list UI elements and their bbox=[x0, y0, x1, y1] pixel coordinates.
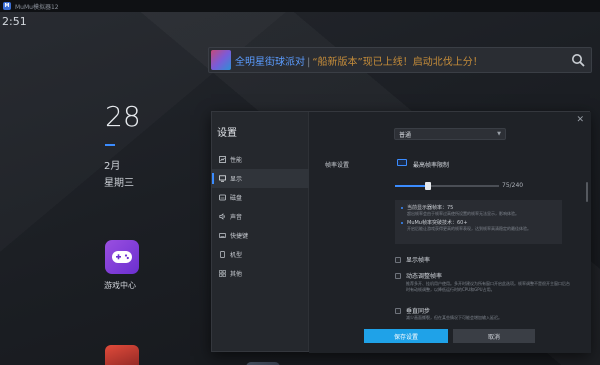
chevron-down-icon: ▼ bbox=[497, 131, 501, 137]
option-label: 动态调整帧率 bbox=[406, 273, 443, 280]
nav-item-device-model[interactable]: 机型 bbox=[212, 245, 309, 264]
window-title: MuMu模拟器12 bbox=[15, 3, 59, 11]
option-label: 显示帧率 bbox=[406, 257, 431, 264]
dialog-footer: 保存设置 取消 bbox=[309, 322, 591, 353]
fps-info-box: 当前显示器帧率：75 超出帧率会由于帧率过高使所设置的帧率无法显示，影响体验。 … bbox=[395, 200, 562, 244]
close-icon[interactable]: ✕ bbox=[576, 115, 584, 125]
fps-setting-label: 帧率设置 bbox=[325, 162, 350, 169]
date-month: 2月 bbox=[104, 161, 121, 172]
nav-item-other[interactable]: 其他 bbox=[212, 264, 309, 283]
banner-separator: | bbox=[307, 56, 311, 68]
banner-thumbnail bbox=[211, 50, 231, 70]
settings-dialog: 设置 性能 显示 磁盘 声音 快捷键 机型 其他 普通 ▼ 帧率设置 最高帧率限… bbox=[211, 111, 591, 353]
info-line: MuMu帧率突破技术：60+ bbox=[401, 220, 556, 226]
scrollbar[interactable] bbox=[586, 182, 588, 202]
fps-slider-fill bbox=[395, 185, 428, 187]
fps-limit-label: 最高帧率限制 bbox=[413, 162, 450, 169]
nav-item-sound[interactable]: 声音 bbox=[212, 207, 309, 226]
nav-label: 快捷键 bbox=[230, 233, 249, 240]
gamepad-icon bbox=[112, 251, 132, 263]
keyboard-icon bbox=[219, 233, 226, 238]
window-titlebar: M MuMu模拟器12 bbox=[0, 0, 600, 12]
option-description: 减少画面撕裂，但在某些情况下可能会增加输入延迟。 bbox=[406, 315, 502, 320]
nav-label: 性能 bbox=[230, 157, 243, 164]
fps-slider-value: 75/240 bbox=[502, 182, 524, 189]
info-subtext: 开启后能让游戏获得更高的帧率表现，达到帧率高清稳定的最佳体验。 bbox=[407, 226, 531, 231]
date-divider bbox=[105, 144, 115, 146]
fps-slider[interactable] bbox=[395, 182, 499, 190]
nav-item-shortcuts[interactable]: 快捷键 bbox=[212, 226, 309, 245]
nav-item-display[interactable]: 显示 bbox=[212, 169, 309, 188]
checkbox[interactable] bbox=[395, 256, 401, 263]
mumu-logo-icon: M bbox=[3, 2, 11, 10]
date-weekday: 星期三 bbox=[104, 178, 134, 189]
checkbox[interactable] bbox=[395, 307, 401, 314]
game-center-label: 游戏中心 bbox=[104, 281, 136, 290]
grid-icon bbox=[219, 270, 226, 277]
nav-item-performance[interactable]: 性能 bbox=[212, 150, 309, 169]
phone-icon bbox=[220, 251, 225, 258]
settings-content: 普通 ▼ 帧率设置 最高帧率限制 75/240 当前显示器帧率：75 超出帧率会… bbox=[309, 112, 591, 353]
game-center-app[interactable] bbox=[105, 240, 139, 274]
save-button[interactable]: 保存设置 bbox=[364, 329, 448, 343]
sound-icon bbox=[219, 213, 225, 220]
status-time: 2:51 bbox=[2, 15, 27, 28]
nav-label: 其他 bbox=[230, 271, 243, 278]
banner-text[interactable]: 全明星街球派对 | “船新版本”现已上线！启动北伐上分！ bbox=[235, 53, 483, 68]
fps-slider-thumb[interactable] bbox=[424, 182, 431, 190]
settings-title: 设置 bbox=[217, 128, 237, 139]
option-label: 垂直同步 bbox=[406, 308, 431, 315]
quality-select[interactable]: 普通 ▼ bbox=[394, 128, 506, 140]
performance-icon bbox=[219, 156, 226, 163]
search-icon[interactable] bbox=[571, 53, 585, 67]
settings-nav: 性能 显示 磁盘 声音 快捷键 机型 其他 bbox=[212, 150, 309, 283]
quality-select-value: 普通 bbox=[399, 131, 412, 139]
display-icon bbox=[219, 175, 226, 182]
nav-label: 声音 bbox=[230, 214, 243, 221]
search-bar[interactable]: 全明星街球派对 | “船新版本”现已上线！启动北伐上分！ bbox=[208, 47, 592, 73]
option-dynamic-fps[interactable]: 动态调整帧率 bbox=[395, 271, 442, 280]
nav-label: 机型 bbox=[230, 252, 243, 259]
banner-highlight: 全明星街球派对 bbox=[235, 56, 305, 68]
info-line: 当前显示器帧率：75 bbox=[401, 205, 556, 211]
info-subtext: 超出帧率会由于帧率过高使所设置的帧率无法显示，影响体验。 bbox=[407, 211, 519, 216]
nav-item-disk[interactable]: 磁盘 bbox=[212, 188, 309, 207]
fps-limit-icon[interactable] bbox=[397, 159, 407, 166]
banner-message: “船新版本”现已上线！启动北伐上分！ bbox=[312, 56, 483, 68]
option-description: 推荐多开、挂机用户使用。多开时建议为所有窗口开启此选项。帧率调整不是很开主窗口后… bbox=[406, 281, 570, 292]
settings-sidebar: 设置 性能 显示 磁盘 声音 快捷键 机型 其他 bbox=[212, 112, 309, 351]
cancel-button[interactable]: 取消 bbox=[453, 329, 535, 343]
option-vsync[interactable]: 垂直同步 bbox=[395, 306, 430, 315]
checkbox[interactable] bbox=[395, 272, 401, 279]
nav-label: 显示 bbox=[230, 176, 243, 183]
option-show-fps[interactable]: 显示帧率 bbox=[395, 255, 430, 264]
date-day: 28 bbox=[105, 100, 141, 133]
nav-label: 磁盘 bbox=[230, 195, 243, 202]
app-icon[interactable] bbox=[105, 345, 139, 365]
disk-icon bbox=[219, 194, 226, 201]
